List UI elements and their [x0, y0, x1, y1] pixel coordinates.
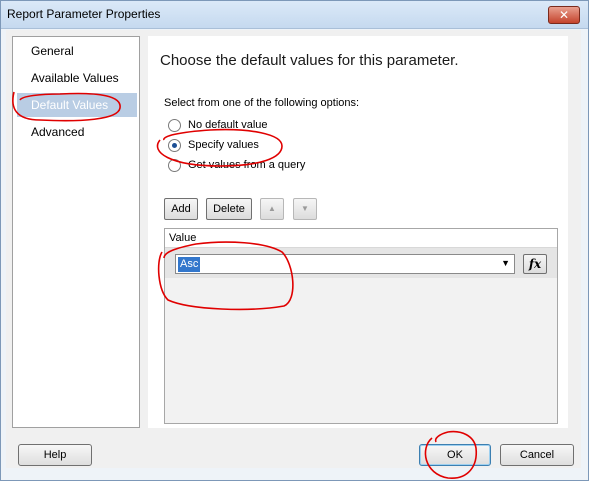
page-navigation: General Available Values Default Values …	[12, 36, 140, 428]
add-button[interactable]: Add	[164, 198, 198, 220]
title-bar[interactable]: Report Parameter Properties ✕	[1, 1, 588, 29]
nav-item-advanced[interactable]: Advanced	[17, 120, 137, 144]
window-title: Report Parameter Properties	[7, 7, 161, 21]
values-grid: Value Asc ▼ fx	[164, 228, 558, 424]
radio-label: Specify values	[188, 139, 259, 151]
nav-item-default-values[interactable]: Default Values	[17, 93, 137, 117]
expression-button[interactable]: fx	[523, 254, 547, 274]
nav-item-available-values[interactable]: Available Values	[17, 66, 137, 90]
radio-label: Get values from a query	[188, 159, 306, 171]
grid-column-header: Value	[165, 229, 557, 248]
nav-item-general[interactable]: General	[17, 39, 137, 63]
value-text[interactable]: Asc	[178, 257, 201, 272]
close-button[interactable]: ✕	[548, 6, 580, 24]
page-title: Choose the default values for this param…	[160, 52, 459, 69]
radio-label: No default value	[188, 119, 268, 131]
radio-button[interactable]	[168, 139, 181, 152]
nav-item-label: Advanced	[31, 125, 85, 139]
main-panel: Choose the default values for this param…	[148, 36, 568, 428]
radio-button[interactable]	[168, 159, 181, 172]
value-combobox[interactable]: Asc ▼	[175, 254, 515, 274]
options-label: Select from one of the following options…	[164, 97, 360, 109]
table-row[interactable]: Asc ▼ fx	[165, 248, 557, 278]
cancel-button[interactable]: Cancel	[500, 444, 574, 466]
ok-button[interactable]: OK	[419, 444, 491, 466]
help-button[interactable]: Help	[18, 444, 92, 466]
nav-item-label: Available Values	[31, 71, 119, 85]
move-down-icon[interactable]: ▼	[293, 198, 317, 220]
move-up-icon[interactable]: ▲	[260, 198, 284, 220]
nav-item-label: General	[31, 44, 74, 58]
nav-item-label: Default Values	[31, 98, 109, 112]
chevron-down-icon[interactable]: ▼	[501, 258, 510, 268]
radio-button[interactable]	[168, 119, 181, 132]
delete-button[interactable]: Delete	[206, 198, 252, 220]
